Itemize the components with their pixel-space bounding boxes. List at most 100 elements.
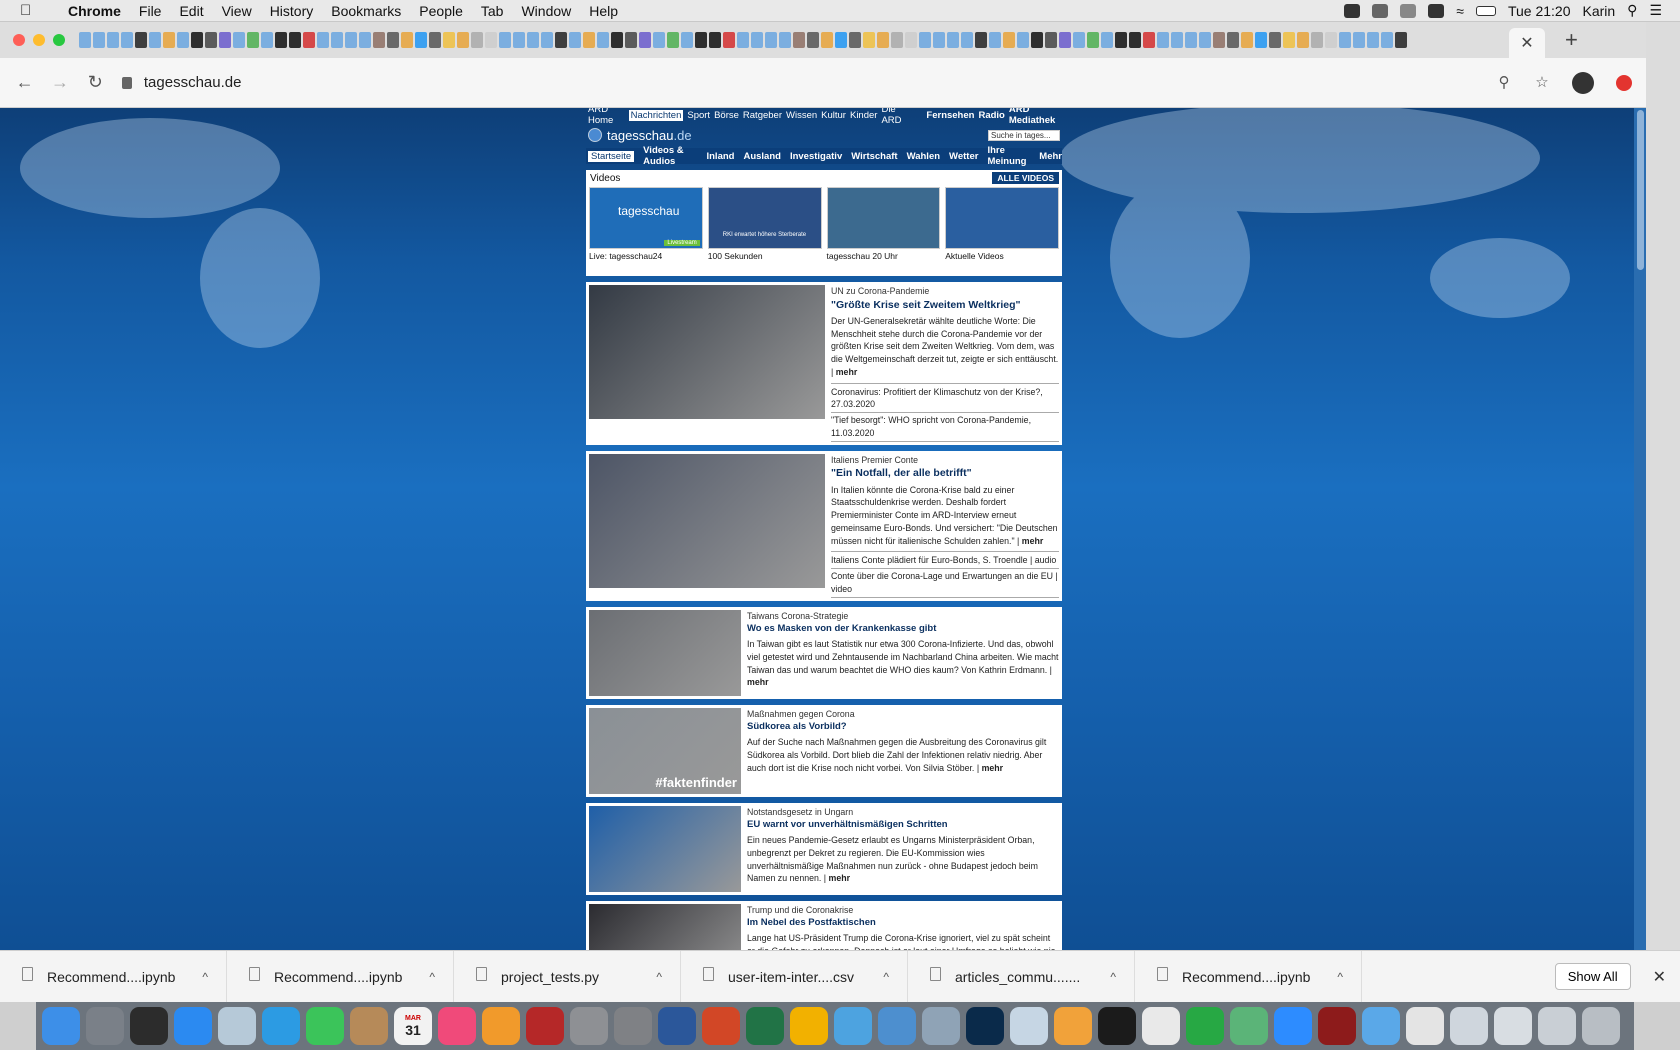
article-image[interactable] bbox=[589, 805, 741, 892]
tab-favicon-icon[interactable] bbox=[1101, 32, 1113, 48]
itunes-icon[interactable] bbox=[438, 1007, 476, 1045]
powerpoint-icon[interactable] bbox=[702, 1007, 740, 1045]
chevron-up-icon[interactable]: ^ bbox=[202, 970, 208, 984]
tab-favicon-icon[interactable] bbox=[1045, 32, 1057, 48]
video-thumbnail[interactable] bbox=[945, 187, 1059, 249]
scrollbar-thumb[interactable] bbox=[1637, 110, 1644, 270]
tab-favicon-icon[interactable] bbox=[79, 32, 91, 48]
article-headline[interactable]: EU warnt vor unverhältnismäßigen Schritt… bbox=[747, 818, 1059, 832]
tab-favicon-icon[interactable] bbox=[961, 32, 973, 48]
topnav-ard-mediathek[interactable]: ARD Mediathek bbox=[1009, 108, 1062, 126]
tab-favicon-icon[interactable] bbox=[835, 32, 847, 48]
chevron-up-icon[interactable]: ^ bbox=[1337, 970, 1343, 984]
trash-icon[interactable] bbox=[1582, 1007, 1620, 1045]
topnav-radio[interactable]: Radio bbox=[978, 110, 1004, 121]
system-prefs-icon[interactable] bbox=[570, 1007, 608, 1045]
nav-ausland[interactable]: Ausland bbox=[743, 151, 780, 162]
photoshop-icon[interactable] bbox=[966, 1007, 1004, 1045]
bookmark-star-icon[interactable]: ☆ bbox=[1534, 74, 1550, 91]
tab-favicon-icon[interactable] bbox=[1339, 32, 1351, 48]
tab-favicon-icon[interactable] bbox=[569, 32, 581, 48]
tab-favicon-icon[interactable] bbox=[807, 32, 819, 48]
video-thumbnail[interactable]: tagesschau Livestream bbox=[589, 187, 703, 249]
download-item[interactable]: Recommend....ipynb ^ bbox=[227, 950, 454, 1003]
show-all-downloads-button[interactable]: Show All bbox=[1554, 963, 1631, 990]
dropbox-icon[interactable] bbox=[1400, 3, 1417, 18]
tab-favicon-icon[interactable] bbox=[107, 32, 119, 48]
tab-favicon-icon[interactable] bbox=[331, 32, 343, 48]
extension-icon[interactable] bbox=[1616, 74, 1633, 91]
tab-favicon-icon[interactable] bbox=[597, 32, 609, 48]
article-headline[interactable]: Wo es Masken von der Krankenkasse gibt bbox=[747, 622, 1059, 636]
menu-help[interactable]: Help bbox=[589, 3, 618, 19]
download-item[interactable]: articles_commu....... ^ bbox=[908, 950, 1135, 1003]
tab-favicon-icon[interactable] bbox=[485, 32, 497, 48]
nav-wirtschaft[interactable]: Wirtschaft bbox=[851, 151, 897, 162]
topnav-wissen[interactable]: Wissen bbox=[786, 110, 817, 121]
tab-favicon-icon[interactable] bbox=[1087, 32, 1099, 48]
tab-favicon-icon[interactable] bbox=[793, 32, 805, 48]
tab-favicon-icon[interactable] bbox=[1353, 32, 1365, 48]
tab-favicon-icon[interactable] bbox=[387, 32, 399, 48]
messages-icon[interactable] bbox=[306, 1007, 344, 1045]
topnav-kinder[interactable]: Kinder bbox=[850, 110, 877, 121]
back-icon[interactable]: ← bbox=[14, 72, 35, 93]
article-image[interactable] bbox=[589, 453, 825, 588]
menu-people[interactable]: People bbox=[419, 3, 463, 19]
apple-menu-icon[interactable]:  bbox=[20, 2, 42, 19]
photos-icon[interactable] bbox=[1054, 1007, 1092, 1045]
finder-icon[interactable] bbox=[42, 1007, 80, 1045]
tab-favicon-icon[interactable] bbox=[457, 32, 469, 48]
topnav-ratgeber[interactable]: Ratgeber bbox=[743, 110, 782, 121]
photo-booth-icon[interactable] bbox=[526, 1007, 564, 1045]
chevron-up-icon[interactable]: ^ bbox=[429, 970, 435, 984]
related-link[interactable]: Coronavirus: Profitiert der Klimaschutz … bbox=[831, 385, 1059, 414]
tab-favicon-icon[interactable] bbox=[1199, 32, 1211, 48]
video-teaser[interactable]: Aktuelle Videos bbox=[945, 187, 1059, 261]
url-text[interactable]: tagesschau.de bbox=[144, 74, 242, 91]
nav-wetter[interactable]: Wetter bbox=[949, 151, 978, 162]
tab-favicon-icon[interactable] bbox=[1143, 32, 1155, 48]
tab-favicon-icon[interactable] bbox=[667, 32, 679, 48]
download-item[interactable]: user-item-inter....csv ^ bbox=[681, 950, 908, 1003]
video-teaser[interactable]: tagesschau Livestream Live: tagesschau24 bbox=[589, 187, 703, 261]
article-headline[interactable]: "Größte Krise seit Zweitem Weltkrieg" bbox=[831, 298, 1059, 313]
tab-favicon-icon[interactable] bbox=[1395, 32, 1407, 48]
related-link[interactable]: Italiens Conte plädiert für Euro-Bonds, … bbox=[831, 553, 1059, 570]
tab-favicon-icon[interactable] bbox=[849, 32, 861, 48]
screenshot-2-icon[interactable] bbox=[1494, 1007, 1532, 1045]
screenshot-1-icon[interactable] bbox=[1450, 1007, 1488, 1045]
all-videos-button[interactable]: ALLE VIDEOS bbox=[992, 172, 1059, 184]
tab-favicon-icon[interactable] bbox=[1003, 32, 1015, 48]
lock-icon[interactable] bbox=[121, 76, 132, 89]
preview-2-icon[interactable] bbox=[1010, 1007, 1048, 1045]
contacts-icon[interactable] bbox=[350, 1007, 388, 1045]
tagesschau-logo[interactable]: tagesschau .de bbox=[588, 128, 692, 143]
download-item[interactable]: Recommend....ipynb ^ bbox=[1135, 950, 1362, 1003]
tab-favicon-icon[interactable] bbox=[555, 32, 567, 48]
tab-favicon-icon[interactable] bbox=[499, 32, 511, 48]
menu-view[interactable]: View bbox=[222, 3, 252, 19]
tab-favicon-icon[interactable] bbox=[1059, 32, 1071, 48]
atom-icon[interactable] bbox=[1230, 1007, 1268, 1045]
tab-favicon-icon[interactable] bbox=[93, 32, 105, 48]
related-link[interactable]: Conte über die Corona-Lage und Erwartung… bbox=[831, 569, 1059, 598]
more-link[interactable]: mehr bbox=[747, 677, 769, 687]
tab-favicon-icon[interactable] bbox=[1269, 32, 1281, 48]
tab-favicon-icon[interactable] bbox=[751, 32, 763, 48]
tab-favicon-icon[interactable] bbox=[1283, 32, 1295, 48]
tab-favicon-icon[interactable] bbox=[429, 32, 441, 48]
video-teaser[interactable]: tagesschau 20 Uhr bbox=[826, 187, 941, 261]
news-icon[interactable] bbox=[130, 1007, 168, 1045]
tab-favicon-icon[interactable] bbox=[121, 32, 133, 48]
tab-favicon-icon[interactable] bbox=[821, 32, 833, 48]
menu-edit[interactable]: Edit bbox=[179, 3, 203, 19]
more-link[interactable]: mehr bbox=[982, 763, 1004, 773]
tab-favicon-icon[interactable] bbox=[1381, 32, 1393, 48]
more-link[interactable]: mehr bbox=[1022, 536, 1044, 546]
tab-favicon-icon[interactable] bbox=[653, 32, 665, 48]
tab-favicon-icon[interactable] bbox=[1115, 32, 1127, 48]
tab-favicon-icon[interactable] bbox=[1129, 32, 1141, 48]
folder-icon[interactable] bbox=[1362, 1007, 1400, 1045]
tab-favicon-icon[interactable] bbox=[1227, 32, 1239, 48]
